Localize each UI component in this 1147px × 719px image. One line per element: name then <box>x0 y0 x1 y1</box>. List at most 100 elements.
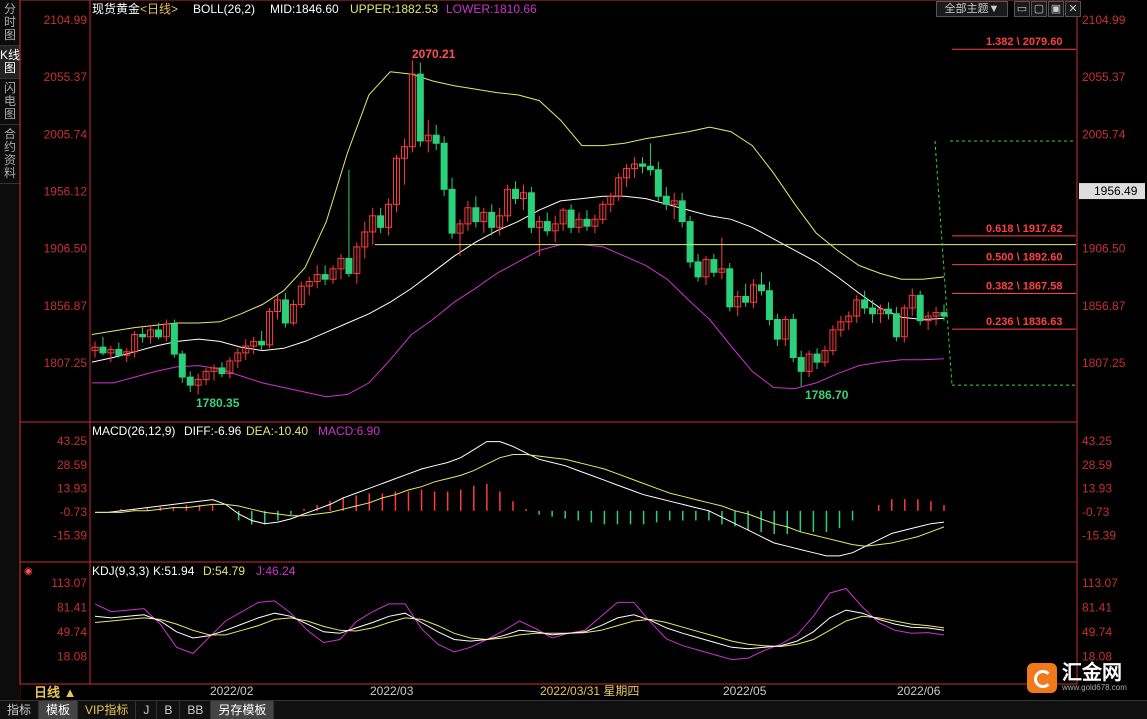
macd-pane-frame <box>19 421 1078 563</box>
macd-tick-label-right: 28.59 <box>1082 458 1112 472</box>
candle-body <box>281 299 289 324</box>
kdj-tick-label: 81.41 <box>57 601 87 615</box>
kdj-settings-icon: ◉ <box>24 566 33 577</box>
candle-body <box>527 192 535 228</box>
candle-body <box>686 221 694 263</box>
x-axis-label: 2022/05 <box>723 684 767 698</box>
price-tick-label: 1956.12 <box>44 185 88 199</box>
candle-body <box>543 221 551 232</box>
price-tick-label: 2104.99 <box>44 13 88 27</box>
candle-body <box>440 142 448 190</box>
kdj-k-value: K:51.94 <box>153 564 195 578</box>
x-axis-label: 2022/06 <box>897 684 941 698</box>
macd-tick-label-right: 13.93 <box>1082 481 1112 495</box>
candle-body <box>416 73 424 142</box>
kline-chart[interactable]: 2104.99 2104.99 2055.37 2055.37 2005.74 2005.… <box>0 0 1147 700</box>
macd-macd-value: MACD:6.90 <box>318 424 380 438</box>
x-axis-label: 2022/03/31 星期四 <box>540 684 639 698</box>
candle-body <box>662 195 670 205</box>
candle-body <box>940 312 948 317</box>
candle-body <box>861 299 869 309</box>
low-annotation-1: 1780.35 <box>196 396 240 410</box>
kdj-tick-label-right: 81.41 <box>1082 601 1112 615</box>
candle-body <box>646 165 654 171</box>
candle-body <box>742 295 750 303</box>
price-tick-label: 1807.25 <box>44 356 88 370</box>
kdj-tick-label: 113.07 <box>51 576 87 590</box>
candle-body <box>710 259 718 273</box>
candle-body <box>567 209 575 228</box>
period-label: <日线> <box>140 2 178 16</box>
x-axis-label: 2022/02 <box>210 684 254 698</box>
candle-body <box>765 290 773 321</box>
candle-body <box>170 323 178 355</box>
candle-body <box>432 134 440 144</box>
price-tick-label-right: 2104.99 <box>1082 13 1126 27</box>
fib-level-label: 0.500 \ 1892.60 <box>986 252 1062 264</box>
kdj-label: KDJ(9,3,3) <box>92 564 149 578</box>
candle-body <box>448 188 456 234</box>
candle-body <box>797 357 805 372</box>
boll-mid-value: MID:1846.60 <box>270 2 339 16</box>
candle-body <box>916 294 924 322</box>
theme-dropdown[interactable]: 全部主题▼ <box>936 1 1008 17</box>
candle-body <box>884 308 892 315</box>
tab-indicator[interactable]: 指标 <box>0 701 40 719</box>
price-tick-label-right: 1906.50 <box>1082 242 1126 256</box>
macd-dea-line <box>95 454 945 547</box>
candle-body <box>678 200 686 223</box>
kdj-tick-label-right: 49.74 <box>1082 625 1112 639</box>
kdj-d-value: D:54.79 <box>203 564 245 578</box>
kdj-k-line <box>94 609 945 650</box>
tab-template[interactable]: 模板 <box>39 701 79 719</box>
price-tick-label-right: 2005.74 <box>1082 127 1126 141</box>
macd-tick-label-right: 43.25 <box>1082 434 1112 448</box>
candle-body <box>377 215 385 228</box>
tab-save-template[interactable]: 另存模板 <box>211 701 275 719</box>
candle-body <box>892 313 900 338</box>
boll-upper-line <box>91 71 945 335</box>
candle-body <box>758 284 766 292</box>
brand-logo: 汇金网 www.gold678.com <box>1027 662 1142 694</box>
candle-body <box>472 207 480 223</box>
price-tick-label-right: 2055.37 <box>1082 70 1126 84</box>
candle-body <box>813 353 821 363</box>
price-tick-label-right: 1856.87 <box>1082 299 1126 313</box>
macd-tick-label-right: -0.73 <box>1082 505 1110 519</box>
macd-label: MACD(26,12,9) <box>92 424 175 438</box>
minimize-icon[interactable]: ▭ <box>1014 1 1030 17</box>
close-icon[interactable]: ✕ <box>1065 1 1081 17</box>
brand-mark-icon <box>1027 663 1057 693</box>
fib-diagonal-line <box>934 140 953 386</box>
boll-label: BOLL(26,2) <box>193 2 255 16</box>
brand-url: www.gold678.com <box>1062 683 1127 692</box>
price-tick-label: 2055.37 <box>44 70 88 84</box>
candle-body <box>178 353 186 378</box>
fib-level-label: 1.382 \ 2079.60 <box>986 36 1062 48</box>
candle-body <box>638 163 646 167</box>
macd-tick-label: 43.25 <box>57 434 87 448</box>
candle-body <box>694 261 702 278</box>
kdj-tick-label: 49.74 <box>57 625 87 639</box>
fib-level-label: 0.236 \ 1836.63 <box>986 316 1062 328</box>
kdj-tick-label-right: 113.07 <box>1082 576 1118 590</box>
candle-body <box>139 333 147 338</box>
kdj-tick-label: 18.08 <box>57 649 87 663</box>
price-pane-frame <box>19 0 1078 423</box>
brand-name: 汇金网 <box>1062 662 1122 684</box>
kdj-j-value: J:46.24 <box>256 564 296 578</box>
candle-body <box>321 274 329 280</box>
macd-tick-label-right: -15.39 <box>1082 529 1116 543</box>
tab-bb[interactable]: BB <box>180 701 212 719</box>
restore-icon[interactable]: ▣ <box>1048 1 1064 17</box>
window-icon[interactable]: ▢ <box>1031 1 1047 17</box>
candle-body <box>99 346 107 354</box>
fib-level-label: 0.382 \ 1867.58 <box>986 280 1062 292</box>
tab-vip-indicator[interactable]: VIP指标 <box>78 701 137 719</box>
price-tick-label: 2005.74 <box>44 127 88 141</box>
x-axis-label: 2022/03 <box>370 684 414 698</box>
tab-b[interactable]: B <box>157 701 181 719</box>
tab-j[interactable]: J <box>136 701 158 719</box>
kdj-j-line <box>94 587 945 661</box>
candle-body <box>789 319 797 359</box>
